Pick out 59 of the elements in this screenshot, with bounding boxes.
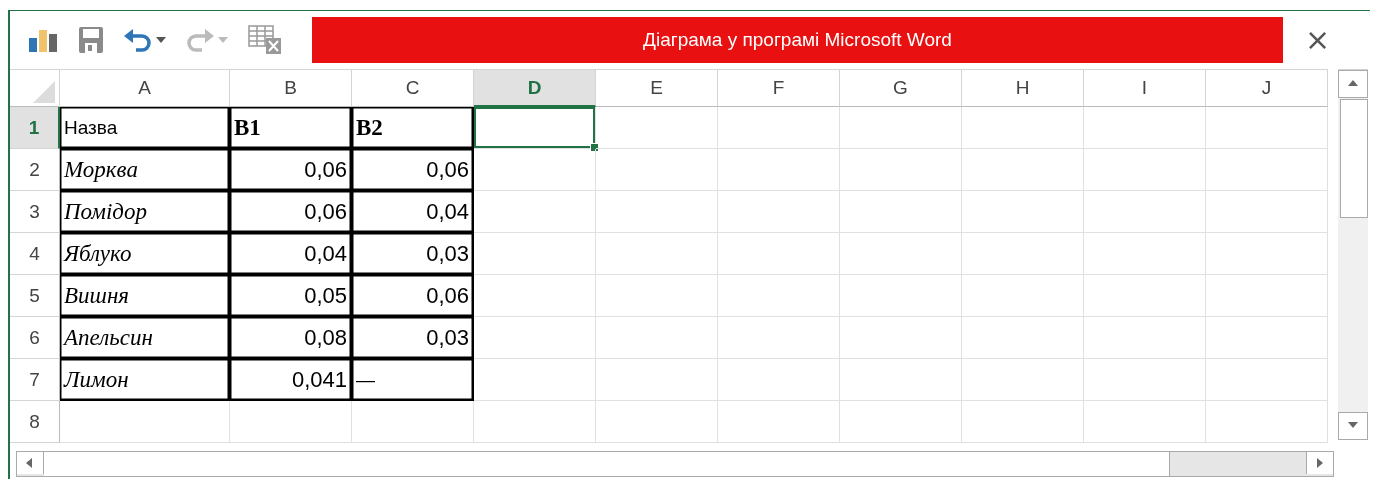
row-header[interactable]: 4 [10, 233, 60, 275]
column-header[interactable]: C [352, 70, 474, 107]
table-cell: — [352, 359, 474, 401]
table-cell: Назва [60, 107, 230, 149]
table-cell: 0,06 [352, 275, 474, 317]
caret-icon [218, 37, 228, 43]
caret-icon [156, 37, 166, 43]
fill-handle[interactable] [590, 143, 599, 152]
undo-icon [124, 28, 152, 52]
table-cell: 0,06 [230, 149, 352, 191]
table-cell: 0,05 [230, 275, 352, 317]
column-header[interactable]: H [962, 70, 1084, 107]
vertical-scrollbar[interactable] [1338, 69, 1368, 440]
table-cell: 0,041 [230, 359, 352, 401]
table-cell: Вишня [60, 275, 230, 317]
spreadsheet-icon[interactable] [248, 25, 282, 55]
scroll-left-button[interactable] [17, 452, 44, 474]
table-cell: 0,04 [230, 233, 352, 275]
scroll-up-button[interactable] [1338, 70, 1368, 98]
scroll-right-button[interactable] [1306, 452, 1333, 474]
row-header[interactable]: 6 [10, 317, 60, 359]
table-cell: B1 [230, 107, 352, 149]
column-header[interactable]: E [596, 70, 718, 107]
row-header[interactable]: 2 [10, 149, 60, 191]
bar-chart-icon[interactable] [28, 28, 58, 52]
window-title: Діаграма у програмі Microsoft Word [312, 17, 1283, 63]
scroll-down-button[interactable] [1338, 412, 1368, 440]
column-header[interactable]: D [474, 70, 596, 107]
horizontal-scrollbar[interactable] [16, 451, 1334, 477]
close-button[interactable]: × [1299, 25, 1337, 55]
column-header[interactable]: G [840, 70, 962, 107]
save-icon[interactable] [78, 26, 104, 54]
table-cell: B2 [352, 107, 474, 149]
table-cell: 0,08 [230, 317, 352, 359]
table-cell: 0,06 [352, 149, 474, 191]
table-cell: Лимон [60, 359, 230, 401]
table-cell: 0,03 [352, 317, 474, 359]
table-cell: Помідор [60, 191, 230, 233]
table-cell: 0,06 [230, 191, 352, 233]
column-header[interactable]: A [60, 70, 230, 107]
column-header[interactable]: B [230, 70, 352, 107]
column-header[interactable]: I [1084, 70, 1206, 107]
redo-icon [186, 28, 214, 52]
table-cell: Яблуко [60, 233, 230, 275]
table-cell: Апельсин [60, 317, 230, 359]
row-header[interactable]: 5 [10, 275, 60, 317]
row-header[interactable]: 3 [10, 191, 60, 233]
active-cell[interactable] [474, 107, 596, 149]
table-cell: 0,04 [352, 191, 474, 233]
row-header[interactable]: 1 [10, 107, 60, 149]
column-header[interactable]: J [1206, 70, 1328, 107]
row-header[interactable]: 7 [10, 359, 60, 401]
scrollbar-thumb[interactable] [44, 452, 1170, 476]
table-cell: Морква [60, 149, 230, 191]
table-cell: 0,03 [352, 233, 474, 275]
scrollbar-thumb[interactable] [1340, 99, 1368, 218]
triangle-icon [33, 81, 55, 103]
column-header[interactable]: F [718, 70, 840, 107]
row-header[interactable]: 8 [10, 401, 60, 443]
